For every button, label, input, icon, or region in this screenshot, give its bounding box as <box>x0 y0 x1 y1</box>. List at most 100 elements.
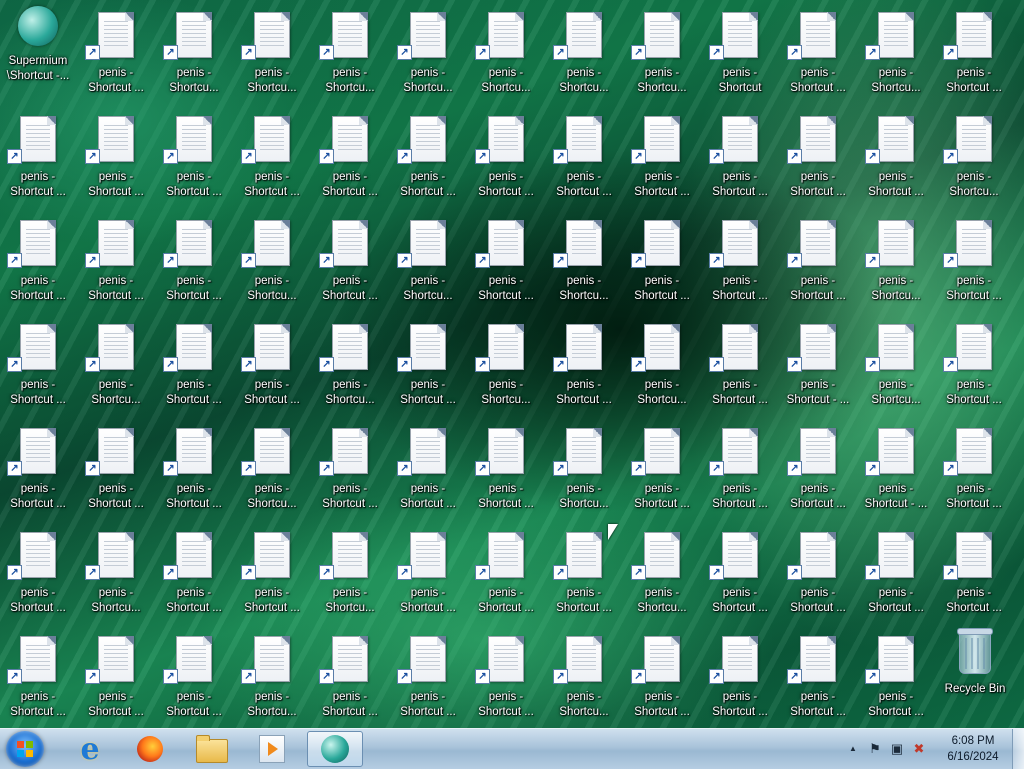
shortcut-icon-item[interactable]: ↗ penis - Shortcu... <box>546 0 622 102</box>
shortcut-icon-item[interactable]: ↗ penis - Shortcut ... <box>78 416 154 518</box>
shortcut-icon-item[interactable]: ↗ penis - Shortcut ... <box>702 312 778 414</box>
shortcut-icon-item[interactable]: ↗ penis - Shortcut ... <box>156 624 232 726</box>
show-desktop-button[interactable] <box>1012 729 1024 769</box>
shortcut-icon-item[interactable]: ↗ penis - Shortcut ... <box>936 520 1012 622</box>
taskbar-firefox[interactable] <box>122 731 178 767</box>
desktop[interactable]: Supermium \Shortcut -... ↗ penis - Shortcu… <box>0 0 1024 728</box>
shortcut-icon-item[interactable]: ↗ penis - Shortcut ... <box>546 312 622 414</box>
shortcut-icon-item[interactable]: ↗ penis - Shortcut ... <box>624 208 700 310</box>
shortcut-icon-item[interactable]: ↗ penis - Shortcu... <box>312 520 388 622</box>
shortcut-icon-item[interactable]: ↗ penis - Shortcut ... <box>780 624 856 726</box>
shortcut-icon-item[interactable]: ↗ penis - Shortcu... <box>858 0 934 102</box>
shortcut-icon-item[interactable]: ↗ penis - Shortcut ... <box>78 624 154 726</box>
shortcut-icon-item[interactable]: ↗ penis - Shortcut ... <box>0 104 76 206</box>
shortcut-icon-item[interactable]: ↗ penis - Shortcu... <box>78 520 154 622</box>
shortcut-icon-item[interactable]: ↗ penis - Shortcut ... <box>390 624 466 726</box>
taskbar-supermium[interactable] <box>307 731 363 767</box>
shortcut-icon-item[interactable]: ↗ penis - Shortcut ... <box>0 416 76 518</box>
shortcut-icon-item[interactable]: ↗ penis - Shortcut - ... <box>780 312 856 414</box>
shortcut-icon-item[interactable]: ↗ penis - Shortcu... <box>468 0 544 102</box>
taskbar-file-explorer[interactable] <box>184 731 240 767</box>
shortcut-icon-item[interactable]: ↗ penis - Shortcut ... <box>624 104 700 206</box>
shortcut-icon-item[interactable]: ↗ penis - Shortcut ... <box>780 520 856 622</box>
action-center-flag-icon[interactable]: ⚑ <box>867 741 883 757</box>
recycle-bin[interactable]: Recycle Bin <box>937 624 1013 726</box>
taskbar-media-player[interactable] <box>244 731 300 767</box>
shortcut-icon-item[interactable]: ↗ penis - Shortcut ... <box>312 416 388 518</box>
shortcut-icon-item[interactable]: ↗ penis - Shortcut ... <box>0 520 76 622</box>
shortcut-icon-item[interactable]: ↗ penis - Shortcut ... <box>858 624 934 726</box>
shortcut-icon-item[interactable]: ↗ penis - Shortcu... <box>546 624 622 726</box>
shortcut-icon-item[interactable]: ↗ penis - Shortcut ... <box>624 624 700 726</box>
shortcut-icon-item[interactable]: ↗ penis - Shortcut ... <box>936 208 1012 310</box>
shortcut-icon-item[interactable]: ↗ penis - Shortcu... <box>390 208 466 310</box>
shortcut-icon-item[interactable]: ↗ penis - Shortcut ... <box>936 416 1012 518</box>
shortcut-icon-item[interactable]: ↗ penis - Shortcut ... <box>390 312 466 414</box>
shortcut-icon-item[interactable]: ↗ penis - Shortcut ... <box>234 312 310 414</box>
shortcut-icon-item[interactable]: ↗ penis - Shortcut ... <box>390 416 466 518</box>
shortcut-icon-item[interactable]: ↗ penis - Shortcut ... <box>858 104 934 206</box>
shortcut-icon-item[interactable]: ↗ penis - Shortcut ... <box>780 0 856 102</box>
supermium-shortcut[interactable]: Supermium \Shortcut -... <box>0 0 76 102</box>
shortcut-icon-item[interactable]: ↗ penis - Shortcut ... <box>858 520 934 622</box>
network-icon[interactable]: ▣ <box>889 741 905 757</box>
shortcut-icon-item[interactable]: ↗ penis - Shortcut ... <box>780 104 856 206</box>
shortcut-icon-item[interactable]: ↗ penis - Shortcut ... <box>0 624 76 726</box>
shortcut-icon-item[interactable]: ↗ penis - Shortcut ... <box>312 208 388 310</box>
shortcut-icon-item[interactable]: ↗ penis - Shortcut ... <box>702 104 778 206</box>
taskbar-internet-explorer[interactable]: e <box>62 731 118 767</box>
shortcut-icon-item[interactable]: ↗ penis - Shortcu... <box>312 312 388 414</box>
shortcut-icon-item[interactable]: ↗ penis - Shortcut ... <box>312 624 388 726</box>
shortcut-icon-item[interactable]: ↗ penis - Shortcu... <box>312 0 388 102</box>
clock[interactable]: 6:08 PM 6/16/2024 <box>938 733 1008 765</box>
shortcut-icon-item[interactable]: ↗ penis - Shortcut ... <box>78 0 154 102</box>
shortcut-icon-item[interactable]: ↗ penis - Shortcut ... <box>936 312 1012 414</box>
shortcut-icon-item[interactable]: ↗ penis - Shortcut ... <box>156 104 232 206</box>
shortcut-icon-item[interactable]: ↗ penis - Shortcut ... <box>624 416 700 518</box>
shortcut-icon-item[interactable]: ↗ penis - Shortcut ... <box>0 312 76 414</box>
shortcut-icon-item[interactable]: ↗ penis - Shortcu... <box>156 0 232 102</box>
shortcut-icon-item[interactable]: ↗ penis - Shortcu... <box>234 208 310 310</box>
shortcut-icon-item[interactable]: ↗ penis - Shortcu... <box>468 312 544 414</box>
shortcut-icon-item[interactable]: ↗ penis - Shortcut ... <box>702 208 778 310</box>
shortcut-icon-item[interactable]: ↗ penis - Shortcut ... <box>780 416 856 518</box>
shortcut-icon-item[interactable]: ↗ penis - Shortcut ... <box>156 520 232 622</box>
shortcut-icon-item[interactable]: ↗ penis - Shortcut ... <box>156 416 232 518</box>
shortcut-icon-item[interactable]: ↗ penis - Shortcut ... <box>234 104 310 206</box>
shortcut-icon-item[interactable]: ↗ penis - Shortcu... <box>546 208 622 310</box>
shortcut-icon-item[interactable]: ↗ penis - Shortcu... <box>858 312 934 414</box>
shortcut-icon-item[interactable]: ↗ penis - Shortcu... <box>624 0 700 102</box>
shortcut-icon-item[interactable]: ↗ penis - Shortcut ... <box>78 104 154 206</box>
shortcut-icon-item[interactable]: ↗ penis - Shortcut ... <box>468 520 544 622</box>
shortcut-icon-item[interactable]: ↗ penis - Shortcu... <box>390 0 466 102</box>
volume-muted-icon[interactable]: ✖ <box>911 741 927 757</box>
shortcut-icon-item[interactable]: ↗ penis - Shortcu... <box>234 0 310 102</box>
shortcut-icon-item[interactable]: ↗ penis - Shortcut ... <box>390 104 466 206</box>
shortcut-icon-item[interactable]: ↗ penis - Shortcu... <box>936 104 1012 206</box>
shortcut-icon-item[interactable]: ↗ penis - Shortcut ... <box>936 0 1012 102</box>
shortcut-icon-item[interactable]: ↗ penis - Shortcut ... <box>702 520 778 622</box>
shortcut-icon-item[interactable]: ↗ penis - Shortcut ... <box>156 208 232 310</box>
shortcut-icon-item[interactable]: ↗ penis - Shortcut ... <box>156 312 232 414</box>
shortcut-icon-item[interactable]: ↗ penis - Shortcut ... <box>468 416 544 518</box>
shortcut-icon-item[interactable]: ↗ penis - Shortcut ... <box>468 104 544 206</box>
shortcut-icon-item[interactable]: ↗ penis - Shortcu... <box>624 520 700 622</box>
shortcut-icon-item[interactable]: ↗ penis - Shortcut ... <box>312 104 388 206</box>
shortcut-icon-item[interactable]: ↗ penis - Shortcut ... <box>468 208 544 310</box>
shortcut-icon-item[interactable]: ↗ penis - Shortcut ... <box>390 520 466 622</box>
shortcut-icon-item[interactable]: ↗ penis - Shortcut ... <box>702 624 778 726</box>
shortcut-icon-item[interactable]: ↗ penis - Shortcu... <box>78 312 154 414</box>
shortcut-icon-item[interactable]: ↗ penis - Shortcut <box>702 0 778 102</box>
show-hidden-icons-icon[interactable]: ▲ <box>845 741 861 757</box>
shortcut-icon-item[interactable]: ↗ penis - Shortcut ... <box>702 416 778 518</box>
shortcut-icon-item[interactable]: ↗ penis - Shortcut ... <box>546 104 622 206</box>
shortcut-icon-item[interactable]: ↗ penis - Shortcu... <box>234 416 310 518</box>
shortcut-icon-item[interactable]: ↗ penis - Shortcut ... <box>78 208 154 310</box>
shortcut-icon-item[interactable]: ↗ penis - Shortcu... <box>546 416 622 518</box>
shortcut-icon-item[interactable]: ↗ penis - Shortcu... <box>234 624 310 726</box>
shortcut-icon-item[interactable]: ↗ penis - Shortcut - ... <box>858 416 934 518</box>
shortcut-icon-item[interactable]: ↗ penis - Shortcu... <box>858 208 934 310</box>
shortcut-icon-item[interactable]: ↗ penis - Shortcut ... <box>234 520 310 622</box>
shortcut-icon-item[interactable]: ↗ penis - Shortcut ... <box>0 208 76 310</box>
shortcut-icon-item[interactable]: ↗ penis - Shortcut ... <box>468 624 544 726</box>
